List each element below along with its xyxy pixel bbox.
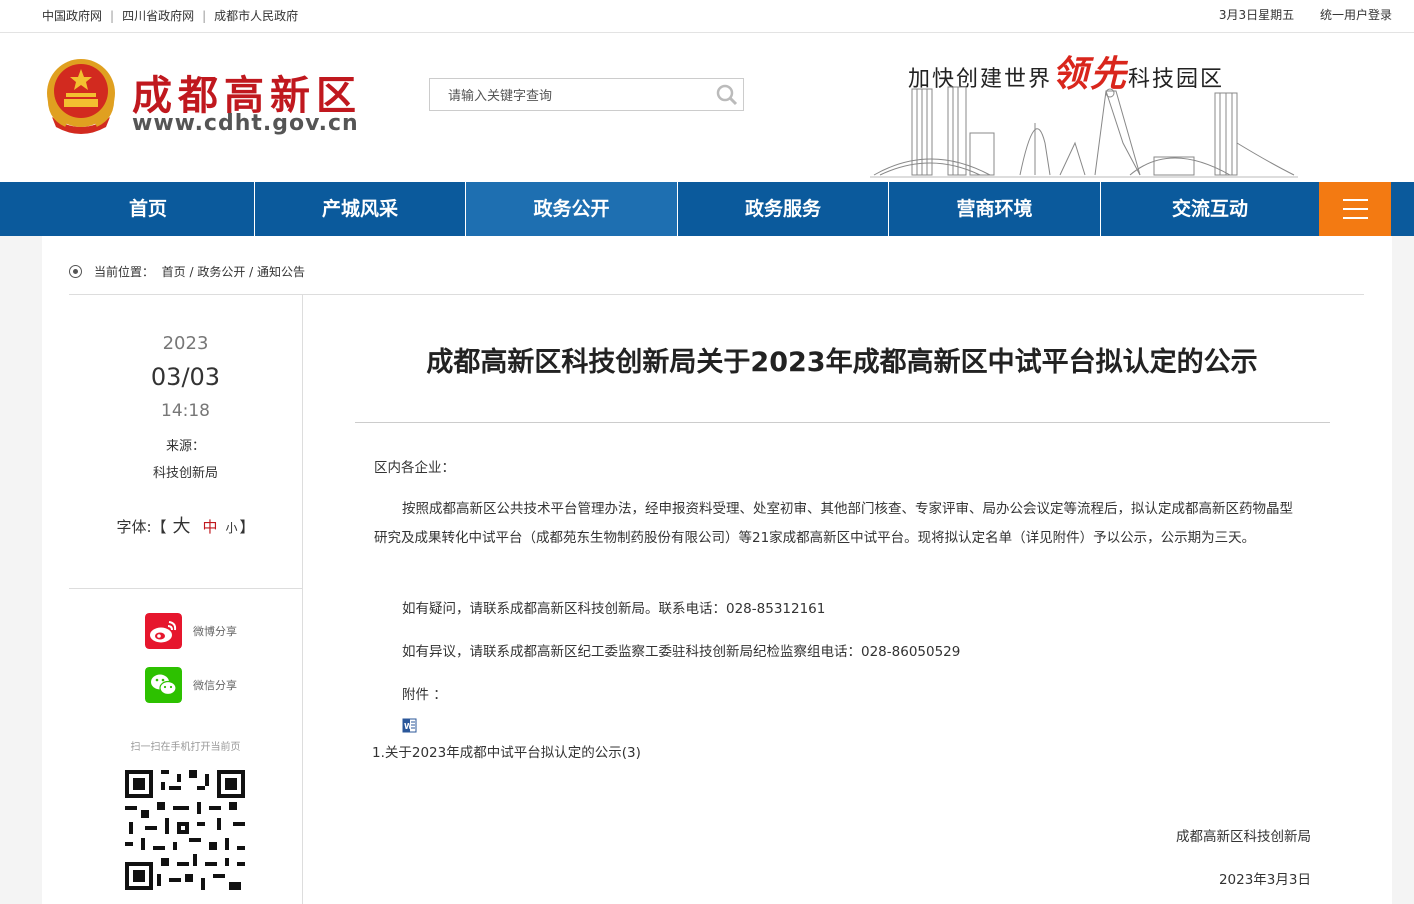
search-icon[interactable] [715, 83, 739, 107]
national-emblem-icon [47, 59, 115, 134]
site-url[interactable]: www.cdht.gov.cn [132, 111, 359, 136]
attachment-link[interactable]: 1.关于2023年成都中试平台拟认定的公示(3) [372, 739, 1302, 768]
weibo-share-label: 微博分享 [193, 625, 237, 638]
weibo-share-button[interactable]: 微博分享 [145, 613, 285, 649]
font-size-medium-button[interactable]: 中 [203, 518, 218, 536]
qr-code-image [125, 770, 245, 890]
font-size-label: 字体:【 [116, 518, 167, 536]
location-icon [69, 265, 82, 278]
greeting: 区内各企业： [374, 460, 455, 476]
content-panel: 当前位置： 首页 / 政务公开 / 通知公告 2023 03/03 14:18 … [42, 236, 1392, 904]
font-size-close: 】 [239, 518, 255, 536]
gov-links: 中国政府网 | 四川省政府网 | 成都市人民政府 [42, 7, 298, 24]
paragraph-main: 按照成都高新区公共技术平台管理办法，经申报资料受理、处室初审、其他部门核查、专家… [374, 501, 1293, 546]
separator: | [110, 9, 115, 23]
publish-time: 14:18 [161, 401, 210, 421]
login-link[interactable]: 统一用户登录 [1320, 8, 1392, 22]
menu-hamburger-icon[interactable] [1319, 182, 1391, 236]
search-box [429, 78, 744, 111]
site-header: 成都高新区 www.cdht.gov.cn 加快创建世界领先科技园区 [0, 33, 1414, 182]
nav-city-style[interactable]: 产城风采 [255, 182, 466, 236]
menu-bar [1343, 217, 1368, 219]
separator: | [202, 9, 207, 23]
paragraph-objection: 如有异议，请联系成都高新区纪工委监察工委驻科技创新局纪检监察组电话：028-86… [402, 644, 961, 660]
font-size-control: 字体:【大中小】 [69, 512, 302, 538]
svg-text:W: W [404, 722, 413, 731]
attachment-label: 附件 ： [402, 687, 447, 703]
scan-hint: 扫一扫在手机打开当前页 [130, 742, 241, 753]
search-input[interactable] [446, 85, 700, 105]
source-value: 科技创新局 [152, 466, 218, 481]
wechat-share-button[interactable]: 微信分享 [145, 667, 285, 703]
top-bar: 中国政府网 | 四川省政府网 | 成都市人民政府 3月3日星期五 统一用户登录 [0, 0, 1414, 33]
current-date: 3月3日星期五 [1218, 8, 1295, 22]
word-document-icon[interactable]: W [402, 718, 417, 733]
publish-year: 2023 [162, 333, 209, 354]
font-size-large-button[interactable]: 大 [173, 516, 191, 537]
nav-gov-services[interactable]: 政务服务 [678, 182, 889, 236]
skyline-illustration [870, 86, 1298, 178]
menu-bar [1343, 208, 1368, 210]
publish-date: 03/03 [150, 363, 221, 391]
signature: 成都高新区科技创新局 [1176, 829, 1311, 845]
source-label: 来源： [165, 439, 205, 454]
divider [355, 422, 1330, 423]
nav-interaction[interactable]: 交流互动 [1101, 182, 1319, 236]
link-sichuan-gov[interactable]: 四川省政府网 [122, 9, 194, 23]
main-nav: 首页 产城风采 政务公开 政务服务 营商环境 交流互动 [0, 182, 1414, 236]
nav-home[interactable]: 首页 [42, 182, 255, 236]
nav-gov-affairs-open[interactable]: 政务公开 [466, 182, 678, 236]
link-china-gov[interactable]: 中国政府网 [42, 9, 102, 23]
link-chengdu-gov[interactable]: 成都市人民政府 [214, 9, 298, 23]
breadcrumb-label: 当前位置： [94, 265, 155, 279]
breadcrumb: 当前位置： 首页 / 政务公开 / 通知公告 [69, 263, 305, 280]
article-sidebar: 2023 03/03 14:18 来源： 科技创新局 字体:【大中小】 微博分享 [69, 295, 303, 904]
font-size-small-button[interactable]: 小 [226, 521, 238, 535]
breadcrumb-path[interactable]: 首页 / 政务公开 / 通知公告 [162, 265, 305, 279]
nav-business-env[interactable]: 营商环境 [889, 182, 1101, 236]
signature-date: 2023年3月3日 [1218, 872, 1311, 888]
wechat-icon [145, 667, 182, 703]
menu-bar [1343, 199, 1368, 201]
article-title: 成都高新区科技创新局关于2023年成都高新区中试平台拟认定的公示 [426, 347, 1258, 378]
top-right: 3月3日星期五 统一用户登录 [1197, 6, 1392, 23]
divider [69, 588, 302, 589]
weibo-icon [145, 613, 182, 649]
wechat-share-label: 微信分享 [193, 679, 237, 692]
paragraph-contact: 如有疑问，请联系成都高新区科技创新局。联系电话：028-85312161 [402, 601, 826, 617]
